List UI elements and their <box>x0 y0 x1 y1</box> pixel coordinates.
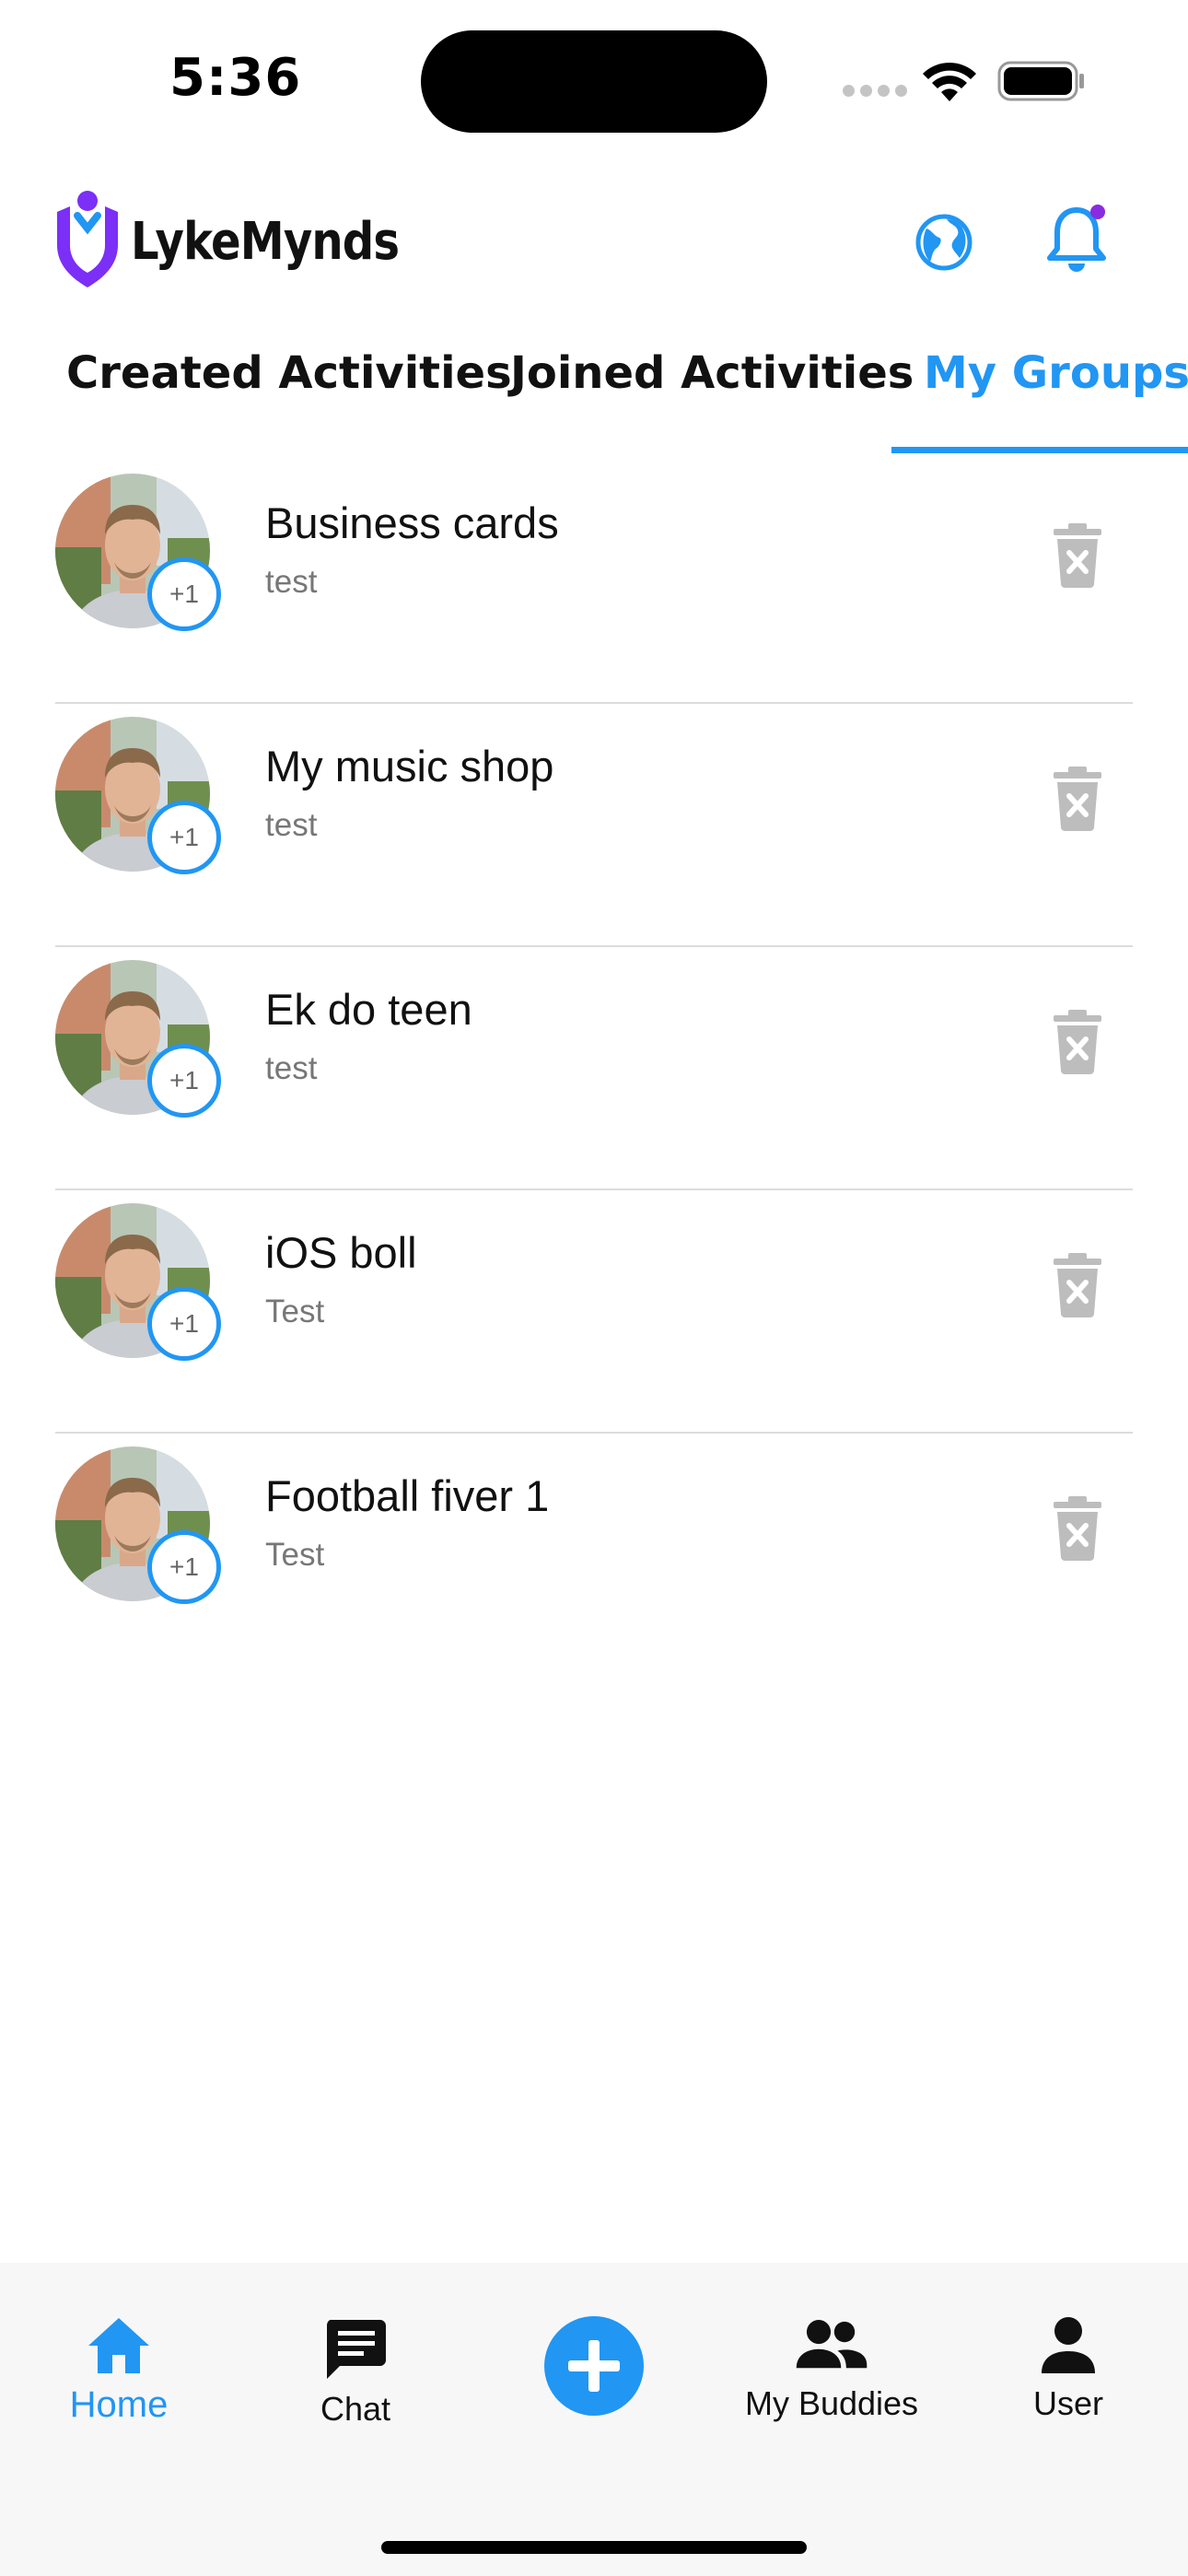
group-description: test <box>265 807 318 843</box>
notification-dot <box>1090 205 1105 219</box>
user-icon <box>1042 2317 1095 2373</box>
list-item[interactable]: +1 Ek do teen test <box>0 947 1188 1190</box>
group-description: test <box>265 564 318 600</box>
group-description: test <box>265 1050 318 1086</box>
group-name: My music shop <box>265 742 554 790</box>
member-count-badge: +1 <box>147 1044 221 1118</box>
plus-icon <box>568 2340 620 2392</box>
list-item[interactable]: +1 Football fiver 1 Test <box>0 1434 1188 1677</box>
group-description: Test <box>265 1537 325 1573</box>
nav-label-chat: Chat <box>320 2390 391 2428</box>
nav-label-home: Home <box>69 2384 169 2425</box>
chat-icon <box>327 2320 386 2379</box>
cellular-signal-icon <box>843 85 907 98</box>
dynamic-island <box>421 30 767 133</box>
group-name: iOS boll <box>265 1228 417 1277</box>
status-time: 5:36 <box>169 48 302 108</box>
status-bar: 5:36 <box>0 0 1188 147</box>
bottom-nav: Home Chat My Buddies User <box>0 2263 1188 2576</box>
nav-item-chat[interactable]: Chat <box>263 2316 448 2454</box>
add-button[interactable] <box>544 2316 644 2416</box>
home-icon <box>88 2318 149 2373</box>
buddies-icon <box>796 2320 868 2369</box>
app-header: LykeMynds <box>0 175 1188 313</box>
home-indicator <box>381 2541 807 2554</box>
trash-icon[interactable] <box>1050 1010 1105 1074</box>
trash-icon[interactable] <box>1050 1496 1105 1561</box>
member-count-badge: +1 <box>147 1530 221 1604</box>
nav-item-my-buddies[interactable]: My Buddies <box>740 2316 924 2454</box>
group-list: +1 Business cards test +1 My music shop … <box>0 461 1188 1677</box>
group-name: Ek do teen <box>265 985 472 1034</box>
trash-icon[interactable] <box>1050 523 1105 588</box>
logo-icon <box>57 191 118 287</box>
activity-tabs: Created Activities Joined Activities My … <box>0 332 1188 456</box>
battery-icon <box>997 61 1084 101</box>
nav-label-my-buddies: My Buddies <box>744 2384 919 2422</box>
list-item[interactable]: +1 iOS boll Test <box>0 1190 1188 1434</box>
active-tab-indicator <box>891 447 1188 453</box>
nav-item-user[interactable]: User <box>976 2316 1160 2454</box>
tab-created-activities[interactable]: Created Activities <box>66 332 512 456</box>
tab-joined-activities[interactable]: Joined Activities <box>510 332 914 456</box>
list-item[interactable]: +1 My music shop test <box>0 704 1188 947</box>
globe-icon[interactable] <box>912 210 976 275</box>
group-name: Business cards <box>265 498 559 547</box>
member-count-badge: +1 <box>147 557 221 631</box>
list-item[interactable]: +1 Business cards test <box>0 461 1188 704</box>
nav-label-user: User <box>1032 2384 1103 2422</box>
wifi-icon <box>923 62 976 101</box>
nav-item-home[interactable]: Home <box>27 2316 211 2454</box>
tab-my-groups[interactable]: My Groups <box>924 332 1188 456</box>
trash-icon[interactable] <box>1050 1253 1105 1317</box>
member-count-badge: +1 <box>147 1287 221 1361</box>
app-name: LykeMynds <box>131 212 400 272</box>
member-count-badge: +1 <box>147 801 221 874</box>
group-name: Football fiver 1 <box>265 1471 550 1520</box>
group-description: Test <box>265 1294 325 1329</box>
notifications-button[interactable] <box>1044 203 1109 276</box>
trash-icon[interactable] <box>1050 767 1105 831</box>
